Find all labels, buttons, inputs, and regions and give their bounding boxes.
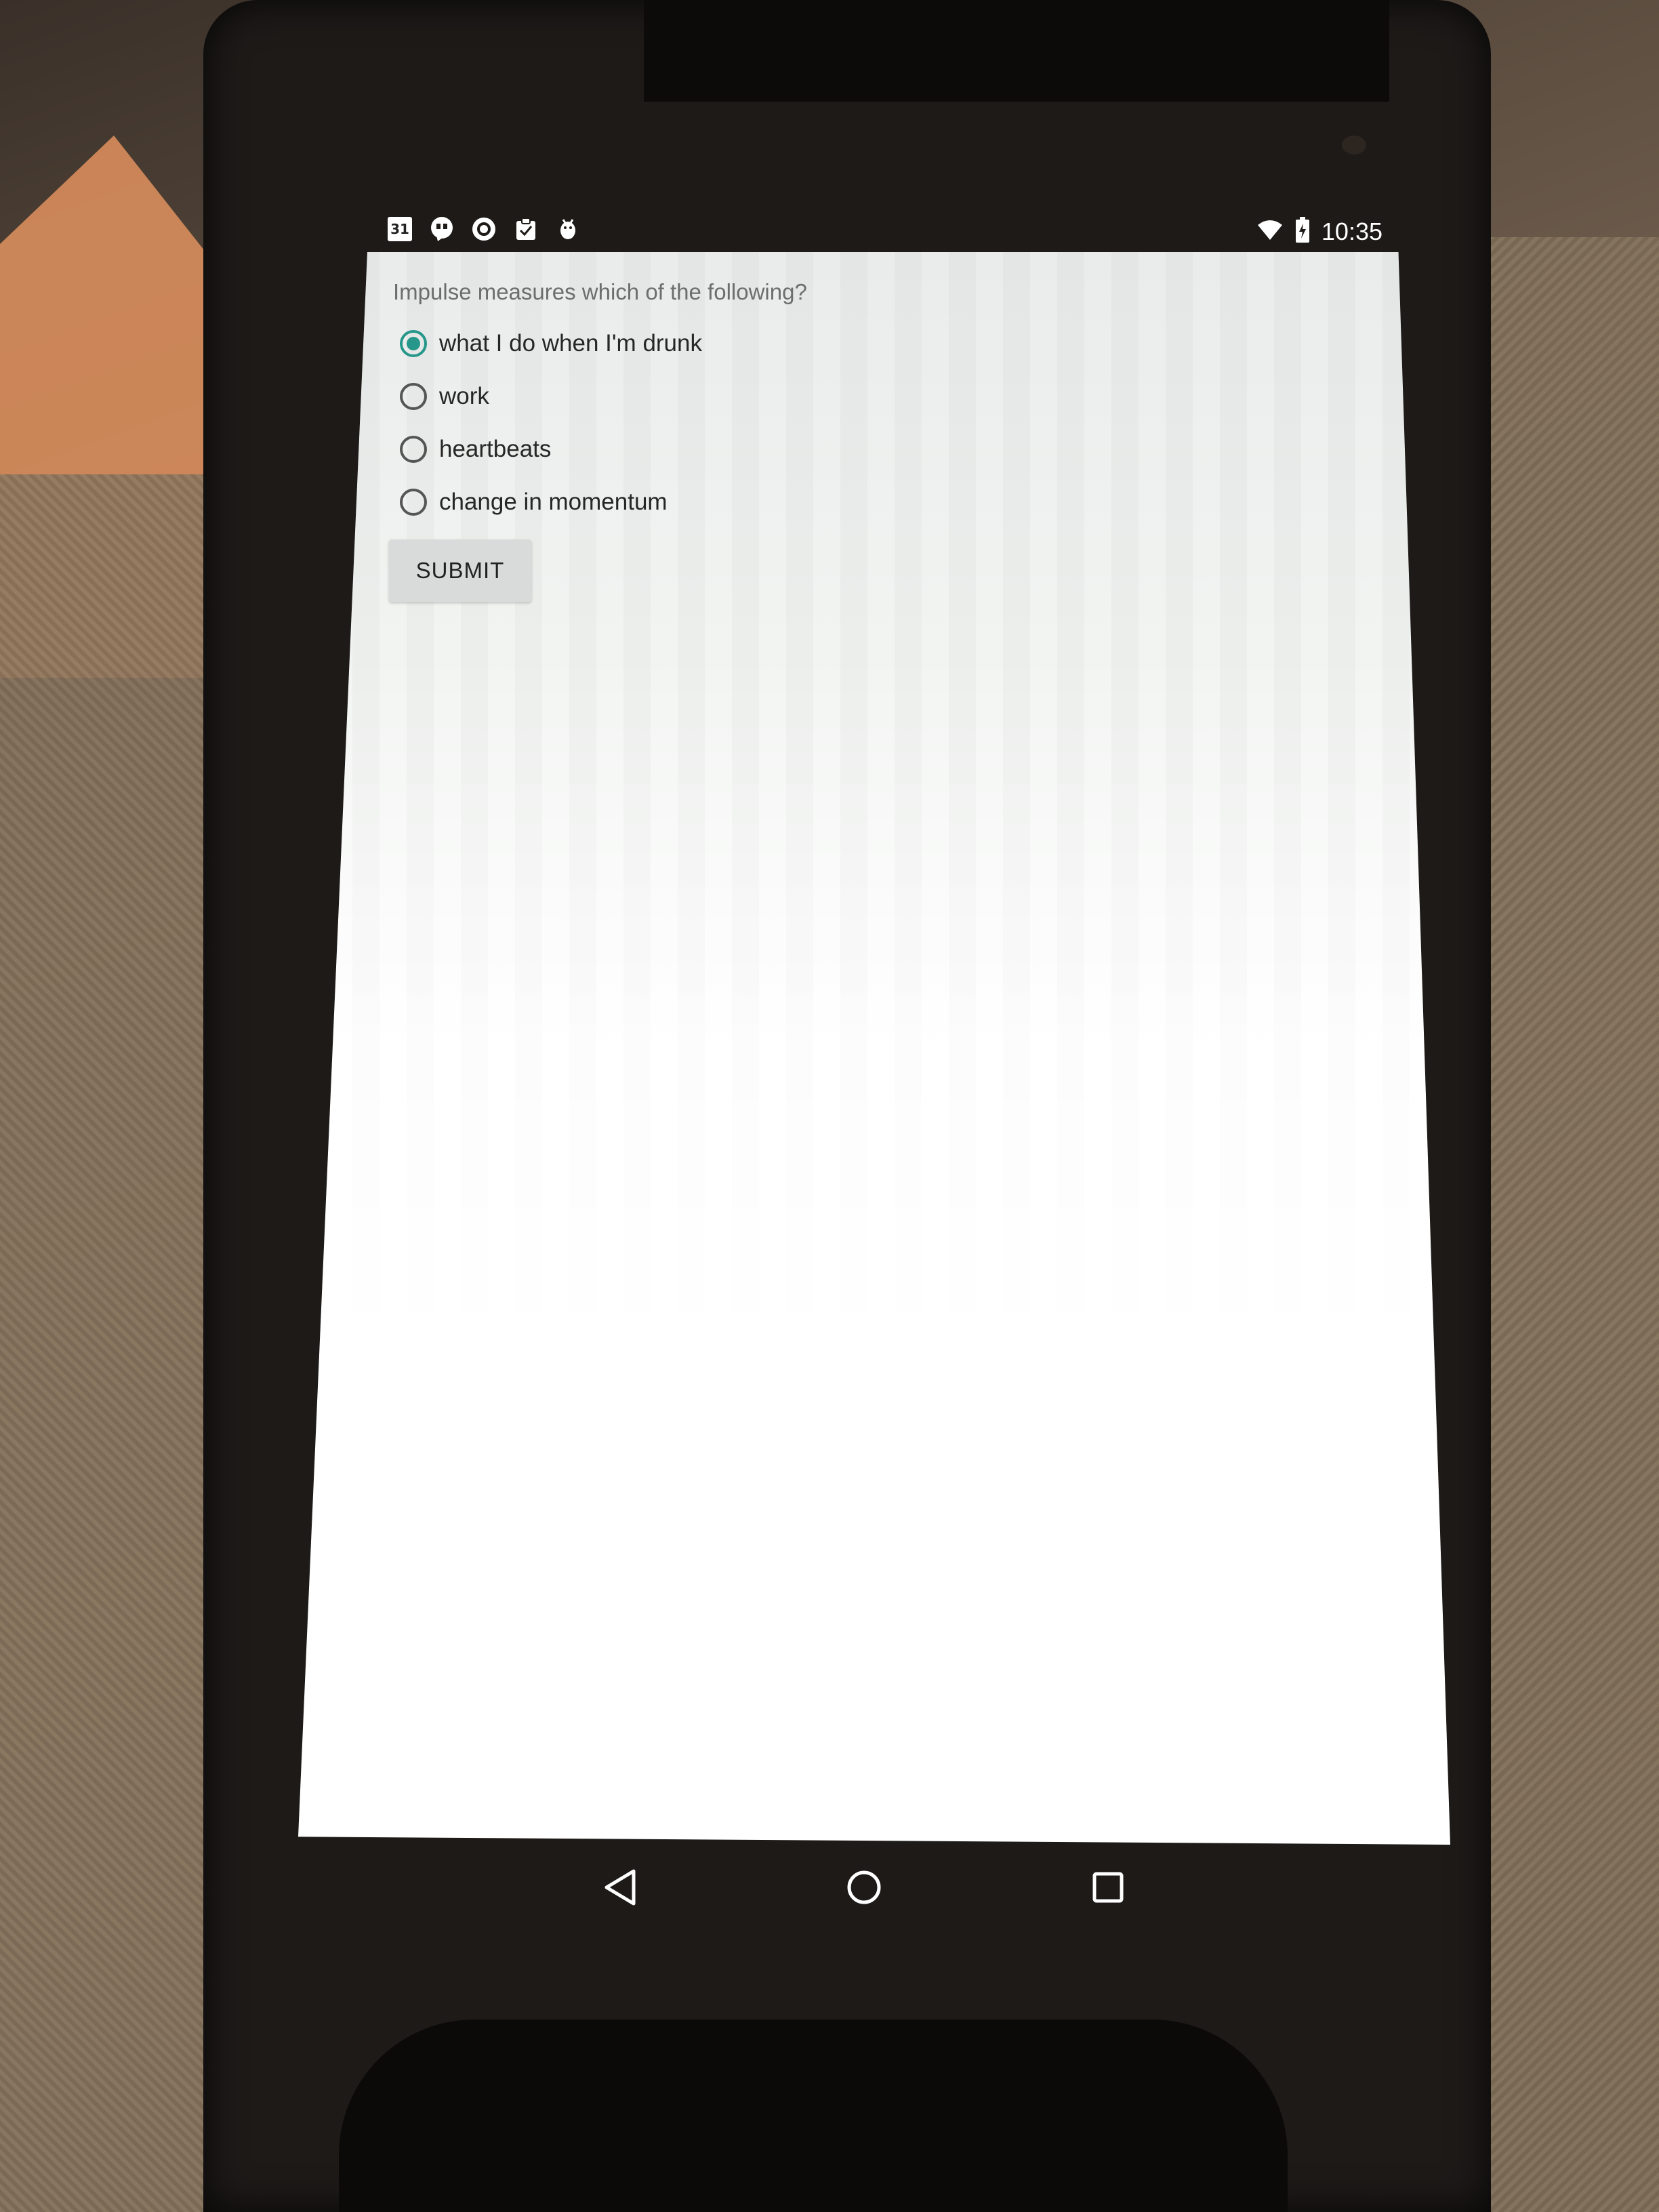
status-bar: 31 10:35 [366, 203, 1396, 254]
option-work[interactable]: work [400, 370, 807, 423]
option-label: what I do when I'm drunk [439, 330, 702, 356]
radio-group: what I do when I'm drunk work heartbeats… [400, 317, 807, 529]
radio-unselected-icon[interactable] [400, 489, 427, 516]
option-drunk[interactable]: what I do when I'm drunk [400, 317, 807, 370]
option-heartbeats[interactable]: heartbeats [400, 423, 807, 476]
radio-unselected-icon[interactable] [400, 436, 427, 463]
back-icon[interactable] [596, 1864, 644, 1911]
device-top-shadow [644, 0, 1389, 102]
home-icon[interactable] [840, 1864, 888, 1911]
option-label: heartbeats [439, 436, 552, 462]
radio-unselected-icon[interactable] [400, 383, 427, 410]
recents-icon[interactable] [1084, 1864, 1132, 1911]
clock: 10:35 [1321, 217, 1382, 245]
notification-icons: 31 [386, 216, 581, 243]
circle-notification-icon [470, 216, 497, 243]
system-status: 10:35 [1256, 217, 1382, 246]
device-bottom-shadow [339, 2020, 1288, 2212]
hangouts-icon [428, 216, 455, 243]
calendar-icon: 31 [386, 216, 413, 243]
wifi-icon [1256, 218, 1284, 245]
option-momentum[interactable]: change in momentum [400, 476, 807, 529]
radio-selected-icon[interactable] [400, 330, 427, 357]
option-label: change in momentum [439, 489, 668, 515]
option-label: work [439, 383, 489, 409]
android-debug-icon [554, 216, 581, 243]
front-camera [1342, 136, 1366, 155]
app-screen: Impulse measures which of the following?… [298, 252, 1450, 1845]
clipboard-check-icon [512, 216, 539, 243]
navigation-bar [298, 1850, 1450, 1931]
quiz-form: Impulse measures which of the following?… [389, 279, 807, 602]
battery-charging-icon [1294, 217, 1311, 246]
question-text: Impulse measures which of the following? [393, 279, 807, 304]
submit-button[interactable]: SUBMIT [389, 539, 531, 602]
